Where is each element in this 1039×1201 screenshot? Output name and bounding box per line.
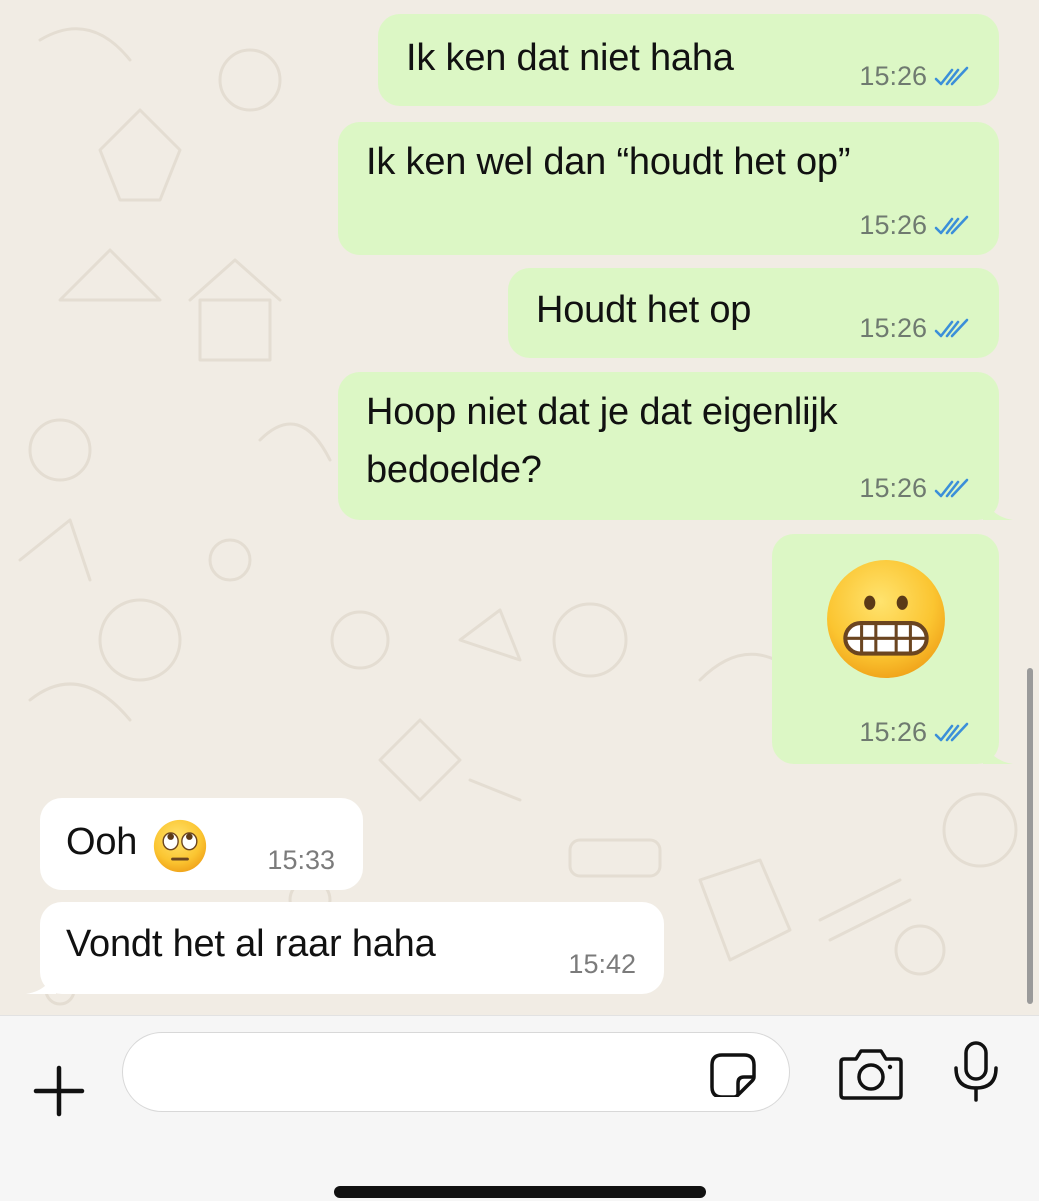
read-ticks-icon — [934, 722, 969, 741]
message-time: 15:33 — [267, 845, 335, 875]
message-text: Ooh — [66, 821, 138, 863]
message-meta: 15:26 — [859, 313, 973, 344]
chat-area: Ik ken dat niet haha 15:26 Ik ken wel da… — [0, 0, 1039, 1015]
message-time: 15:26 — [859, 717, 927, 747]
message-time: 15:26 — [859, 473, 927, 503]
message-text: Vondt het al raar haha — [66, 923, 436, 965]
read-ticks-icon — [934, 318, 969, 337]
message-input[interactable] — [153, 1047, 697, 1099]
face-with-rolling-eyes-icon — [153, 819, 207, 873]
bubble-tail — [983, 734, 1013, 764]
message-text-line-1: Hoop niet dat je dat eigenlijk — [366, 391, 838, 433]
message-text: Houdt het op — [536, 289, 752, 331]
message-time: 15:26 — [859, 61, 927, 91]
message-meta: 15:26 — [859, 717, 973, 748]
message-outgoing[interactable]: Ik ken wel dan “houdt het op” 15:26 — [338, 122, 999, 255]
read-ticks-icon — [934, 66, 969, 85]
message-incoming[interactable]: Ooh 15:33 — [40, 798, 363, 890]
message-input-field[interactable] — [122, 1032, 790, 1112]
message-incoming[interactable]: Vondt het al raar haha 15:42 — [26, 902, 664, 994]
message-meta: 15:26 — [859, 210, 973, 241]
message-time: 15:26 — [859, 210, 927, 240]
message-outgoing-emoji[interactable]: 15:26 — [772, 534, 1013, 764]
message-text: Ik ken wel dan “houdt het op” — [366, 141, 851, 183]
message-text: Ik ken dat niet haha — [406, 37, 734, 79]
scrollbar[interactable] — [1027, 668, 1033, 1004]
message-outgoing[interactable]: Hoop niet dat je dat eigenlijk bedoelde?… — [338, 372, 1013, 520]
message-outgoing[interactable]: Ik ken dat niet haha 15:26 — [378, 14, 999, 106]
grimacing-face-icon — [827, 560, 945, 678]
message-meta: 15:26 — [859, 473, 973, 504]
sticker-icon[interactable] — [708, 1051, 758, 1097]
read-ticks-icon — [934, 215, 969, 234]
bubble-tail — [983, 490, 1013, 520]
message-outgoing[interactable]: Houdt het op 15:26 — [508, 268, 999, 358]
read-ticks-icon — [934, 478, 969, 497]
home-indicator — [334, 1186, 706, 1198]
message-meta: 15:26 — [859, 61, 973, 92]
camera-icon[interactable] — [838, 1045, 904, 1101]
message-meta: 15:42 — [568, 949, 636, 980]
microphone-icon[interactable] — [950, 1040, 1002, 1102]
message-time: 15:26 — [859, 313, 927, 343]
plus-icon[interactable] — [28, 1060, 90, 1122]
message-time: 15:42 — [568, 949, 636, 979]
message-meta: 15:33 — [267, 845, 335, 876]
message-text-line-2: bedoelde? — [366, 449, 542, 491]
bubble-tail — [26, 964, 56, 994]
